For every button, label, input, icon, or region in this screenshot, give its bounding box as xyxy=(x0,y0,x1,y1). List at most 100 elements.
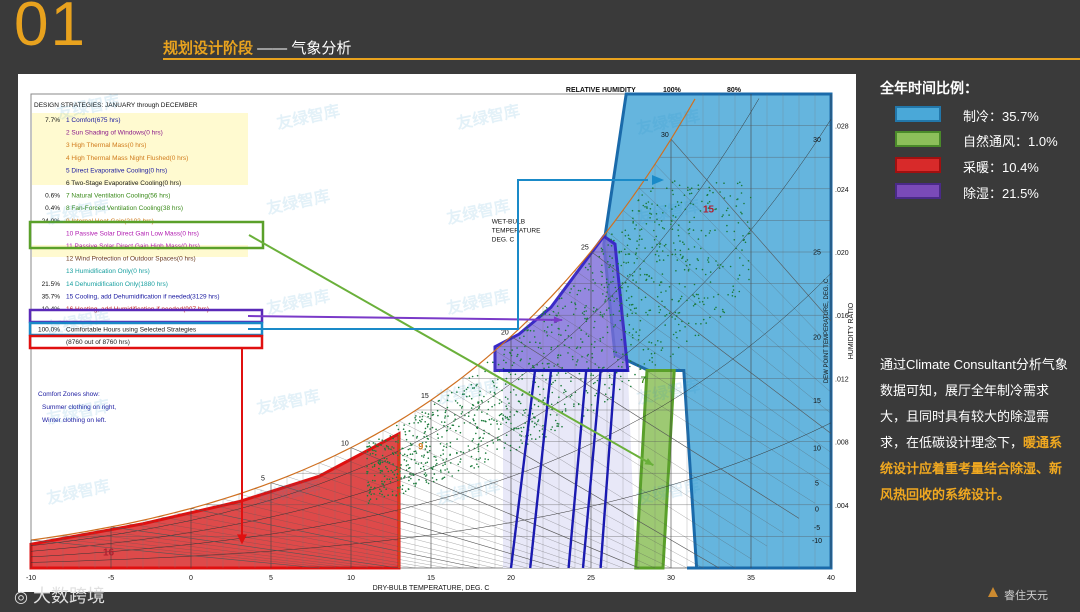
hourly-data-point xyxy=(423,432,426,434)
hourly-data-point xyxy=(415,437,418,439)
hourly-data-point xyxy=(483,432,485,435)
wetbulb-tick-label: 15 xyxy=(421,393,429,400)
hourly-data-point xyxy=(536,364,538,366)
hourly-data-point xyxy=(585,320,588,323)
hourly-data-point xyxy=(420,462,423,464)
hourly-data-point xyxy=(455,429,457,432)
hourly-data-point xyxy=(689,263,691,266)
hourly-data-point xyxy=(374,486,376,489)
hourly-data-point xyxy=(545,331,548,333)
hourly-data-point xyxy=(387,446,390,448)
hourly-data-point xyxy=(611,383,613,386)
hourly-data-point xyxy=(441,478,443,480)
hourly-data-point xyxy=(548,313,551,316)
hourly-data-point xyxy=(696,258,699,260)
hourly-data-point xyxy=(591,272,594,274)
hourly-data-point xyxy=(634,253,637,256)
hourly-data-point xyxy=(648,341,650,343)
hourly-data-point xyxy=(590,374,592,377)
hourly-data-point xyxy=(542,388,545,390)
wetbulb-tick-label: 30 xyxy=(661,132,669,139)
hourly-data-point xyxy=(690,192,693,195)
hourly-data-point xyxy=(534,422,536,425)
hourly-data-point xyxy=(496,420,498,423)
hourly-data-point xyxy=(558,396,560,399)
hourly-data-point xyxy=(370,486,372,489)
hourly-data-point xyxy=(564,329,567,332)
hourly-data-point xyxy=(617,359,619,361)
hourly-data-point xyxy=(607,297,610,300)
hourly-data-point xyxy=(556,422,559,425)
hourly-data-point xyxy=(472,438,475,440)
hourly-data-point xyxy=(427,482,430,485)
hourly-data-point xyxy=(628,304,631,306)
hourly-data-point xyxy=(433,403,436,406)
hourly-data-point xyxy=(620,250,623,253)
hourly-data-point xyxy=(436,433,439,436)
hourly-data-point xyxy=(457,469,460,472)
hourly-data-point xyxy=(717,264,719,266)
hourly-data-point xyxy=(608,307,610,309)
hourly-data-point xyxy=(617,365,620,368)
hourly-data-point xyxy=(497,439,499,441)
hourly-data-point xyxy=(727,207,729,210)
hourly-data-point xyxy=(627,253,630,255)
hourly-data-point xyxy=(540,314,543,317)
hourly-data-point xyxy=(381,483,383,485)
hourly-data-point xyxy=(440,421,443,423)
hourly-data-point xyxy=(599,311,602,314)
hourly-data-point xyxy=(584,306,586,309)
hourly-data-point xyxy=(525,408,527,411)
hourly-data-point xyxy=(477,448,480,450)
hourly-data-point xyxy=(682,241,684,243)
hourly-data-point xyxy=(610,396,612,399)
hourly-data-point xyxy=(607,261,609,263)
dewpoint-tick-label: 20 xyxy=(813,334,821,341)
hourly-data-point xyxy=(701,268,704,271)
hourly-data-point xyxy=(708,200,711,203)
hourly-data-point xyxy=(557,354,560,356)
hourly-data-point xyxy=(558,328,560,330)
hourly-data-point xyxy=(654,253,657,256)
hourly-data-point xyxy=(439,469,442,472)
hourly-data-point xyxy=(388,448,390,450)
hourly-data-point xyxy=(394,469,396,472)
hourly-data-point xyxy=(565,396,568,398)
hourly-data-point xyxy=(735,205,738,207)
strategy-row: (8760 out of 8760 hrs) xyxy=(66,339,130,346)
zone-label-9: 9 xyxy=(418,442,423,452)
hourly-data-point xyxy=(709,281,712,283)
hourly-data-point xyxy=(504,442,507,444)
hourly-data-point xyxy=(391,446,393,448)
hourly-data-point xyxy=(488,432,490,435)
hourly-data-point xyxy=(719,191,721,193)
x-tick-label: 0 xyxy=(189,575,193,582)
hourly-data-point xyxy=(569,291,571,294)
hourly-data-point xyxy=(591,353,593,355)
hourly-data-point xyxy=(467,445,470,447)
hourly-data-point xyxy=(456,452,458,455)
hourly-data-point xyxy=(414,485,417,487)
hourly-data-point xyxy=(486,444,489,447)
hourly-data-point xyxy=(422,465,425,468)
hourly-data-point xyxy=(574,302,576,304)
hourly-data-point xyxy=(369,488,372,491)
hourly-data-point xyxy=(594,394,596,397)
wetbulb-axis-label: TEMPERATURE xyxy=(492,228,541,235)
hourly-data-point xyxy=(383,475,386,478)
hourly-data-point xyxy=(618,310,621,312)
dewpoint-tick-label: 0 xyxy=(815,506,819,513)
hourly-data-point xyxy=(697,188,700,190)
hourly-data-point xyxy=(420,420,422,423)
hourly-data-point xyxy=(608,374,611,377)
legend-swatch-ventilation xyxy=(895,131,941,147)
hourly-data-point xyxy=(594,341,596,343)
hourly-data-point xyxy=(579,346,582,349)
hourly-data-point xyxy=(393,447,395,449)
hourly-data-point xyxy=(487,458,490,461)
zone-label-15: 15 xyxy=(703,205,715,216)
hourly-data-point xyxy=(457,463,460,466)
hourly-data-point xyxy=(576,346,579,348)
hourly-data-point xyxy=(409,453,412,456)
hourly-data-point xyxy=(729,265,732,268)
